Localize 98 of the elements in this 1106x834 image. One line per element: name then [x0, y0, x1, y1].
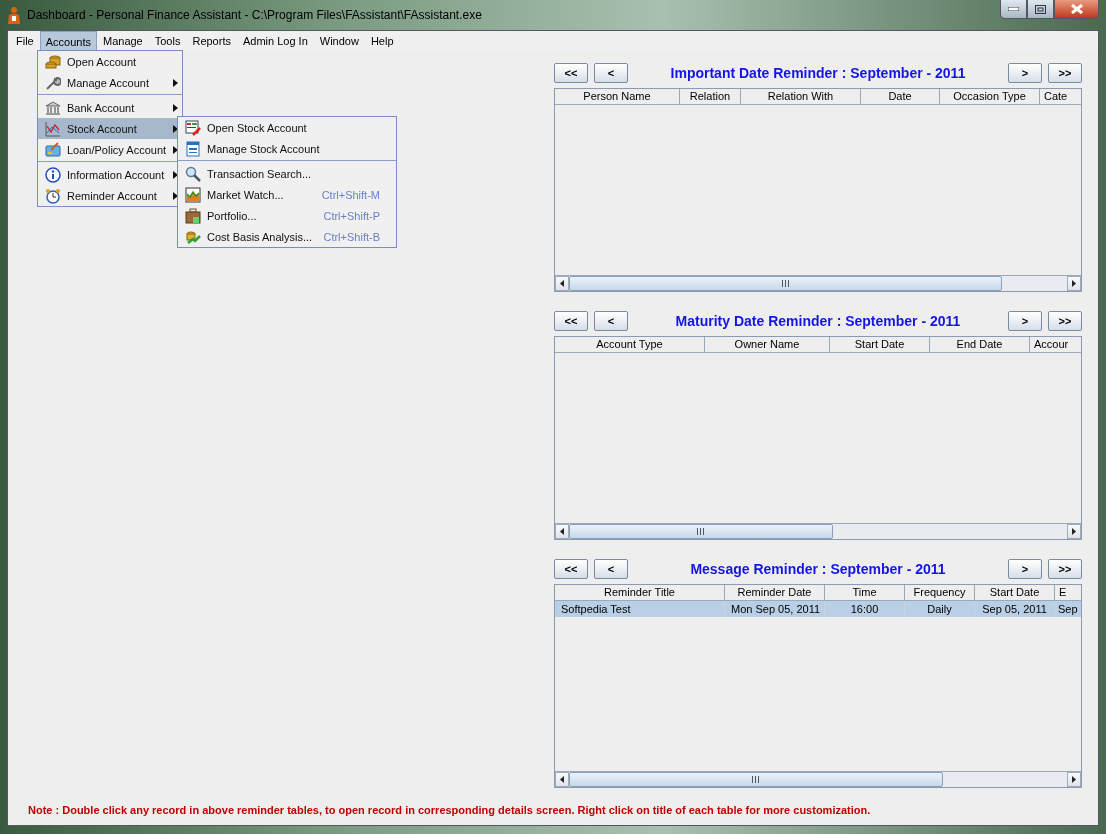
panel-title[interactable]: Maturity Date Reminder : September - 2011	[634, 313, 1002, 329]
left-triangle-icon	[560, 776, 564, 783]
nav-button[interactable]: <<	[554, 559, 588, 579]
menu-item[interactable]: Manage Stock Account	[178, 138, 396, 159]
menu-bar-item[interactable]: File	[10, 31, 40, 51]
nav-button[interactable]: >>	[1048, 63, 1082, 83]
person-icon	[7, 6, 21, 24]
column-header[interactable]: Time	[825, 585, 905, 601]
column-header[interactable]: Person Name	[555, 89, 680, 105]
info-icon	[45, 166, 61, 183]
panel-title[interactable]: Important Date Reminder : September - 2011	[634, 65, 1002, 81]
menu-bar-item[interactable]: Tools	[148, 31, 187, 51]
column-header[interactable]: Start Date	[830, 337, 930, 353]
right-triangle-icon	[1072, 280, 1076, 287]
caret-icon	[173, 103, 178, 112]
table-cell: Sep 05, 2011	[975, 601, 1055, 617]
scroll-left-button[interactable]	[555, 276, 569, 291]
panel-title[interactable]: Message Reminder : September - 2011	[634, 561, 1002, 577]
coins-arrow-icon	[185, 228, 201, 245]
scroll-right-button[interactable]	[1067, 524, 1081, 539]
nav-button[interactable]: <	[594, 311, 628, 331]
briefcase-icon	[185, 207, 201, 224]
column-header[interactable]: Relation With	[741, 89, 861, 105]
nav-button[interactable]: <<	[554, 63, 588, 83]
minimize-icon	[1008, 7, 1019, 11]
column-header[interactable]: Owner Name	[705, 337, 830, 353]
card-pencil-icon	[45, 141, 61, 158]
close-icon	[1070, 4, 1083, 14]
column-header[interactable]: Relation	[680, 89, 741, 105]
minimize-button[interactable]	[1000, 0, 1027, 19]
column-header[interactable]: Start Date	[975, 585, 1055, 601]
nav-button[interactable]: <<	[554, 311, 588, 331]
form-icon	[185, 140, 201, 157]
menu-bar-item[interactable]: Manage	[97, 31, 149, 51]
menu-bar-item[interactable]: Help	[364, 31, 400, 51]
nav-button[interactable]: >>	[1048, 559, 1082, 579]
menu-bar-item[interactable]: Accounts	[39, 31, 97, 51]
menu-item[interactable]: Manage Account	[38, 72, 182, 93]
nav-button[interactable]: >	[1008, 311, 1042, 331]
window-title: Dashboard - Personal Finance Assistant - C:\Program Files\FAssistant\FAssistant.exe	[27, 8, 483, 22]
column-header[interactable]: End Date	[930, 337, 1030, 353]
menu-item[interactable]: Open Account	[38, 51, 182, 72]
right-triangle-icon	[1072, 776, 1076, 783]
menu-item[interactable]: Bank Account	[38, 97, 182, 118]
scrollbar-thumb[interactable]	[569, 524, 833, 539]
table-row[interactable]: Softpedia Test Mon Sep 05, 2011 16:00 Daily Sep 05, 2011 Sep	[555, 601, 1081, 617]
column-header[interactable]: Accour	[1030, 337, 1081, 353]
column-header[interactable]: Account Type	[555, 337, 705, 353]
menu-bar-item[interactable]: Admin Log In	[236, 31, 314, 51]
table-cell: Mon Sep 05, 2011	[725, 601, 825, 617]
magnifier-icon	[185, 165, 201, 182]
alarm-clock-icon	[45, 187, 61, 204]
column-header[interactable]: Cate	[1040, 89, 1081, 105]
wrench-icon	[45, 74, 61, 91]
column-header[interactable]: E	[1055, 585, 1081, 601]
menu-bar-item[interactable]: Reports	[186, 31, 237, 51]
column-header[interactable]: Occasion Type	[940, 89, 1040, 105]
maximize-icon	[1035, 4, 1046, 14]
table-cell: Softpedia Test	[555, 601, 725, 617]
nav-button[interactable]: >>	[1048, 311, 1082, 331]
scroll-right-button[interactable]	[1067, 276, 1081, 291]
column-header[interactable]: Reminder Title	[555, 585, 725, 601]
scroll-right-button[interactable]	[1067, 772, 1081, 787]
table-cell: Daily	[905, 601, 975, 617]
caret-icon	[173, 78, 178, 87]
coins-icon	[45, 53, 61, 70]
grip-icon	[697, 528, 705, 535]
bank-icon	[45, 99, 61, 116]
menu-item[interactable]: Cost Basis Analysis... Ctrl+Shift-B	[178, 226, 396, 247]
left-triangle-icon	[560, 528, 564, 535]
bar-chart-icon	[185, 186, 201, 203]
scrollbar-thumb[interactable]	[569, 772, 943, 787]
menu-bar-item[interactable]: Window	[313, 31, 365, 51]
form-pencil-icon	[185, 119, 201, 136]
line-chart-icon	[45, 120, 61, 137]
menu-item[interactable]: Loan/Policy Account	[38, 139, 182, 160]
nav-button[interactable]: <	[594, 63, 628, 83]
table-cell: 16:00	[825, 601, 905, 617]
column-header[interactable]: Frequency	[905, 585, 975, 601]
menu-item[interactable]: Portfolio... Ctrl+Shift-P	[178, 205, 396, 226]
grip-icon	[782, 280, 790, 287]
left-triangle-icon	[560, 280, 564, 287]
column-header[interactable]: Reminder Date	[725, 585, 825, 601]
nav-button[interactable]: >	[1008, 559, 1042, 579]
close-button[interactable]	[1054, 0, 1099, 19]
nav-button[interactable]: <	[594, 559, 628, 579]
note-text: Note : Double click any record in above reminder tables, to open record in corresponding details screen. Right click on title of each table for more customization.	[28, 804, 871, 816]
grip-icon	[752, 776, 760, 783]
scroll-left-button[interactable]	[555, 524, 569, 539]
scroll-left-button[interactable]	[555, 772, 569, 787]
column-header[interactable]: Date	[861, 89, 940, 105]
nav-button[interactable]: >	[1008, 63, 1042, 83]
right-triangle-icon	[1072, 528, 1076, 535]
table-cell-text: Sep	[1057, 602, 1079, 617]
scrollbar-thumb[interactable]	[569, 276, 1003, 291]
maximize-button[interactable]	[1027, 0, 1054, 19]
menu-item[interactable]: Information Account	[38, 164, 182, 185]
menu-item[interactable]: Transaction Search...	[178, 163, 396, 184]
